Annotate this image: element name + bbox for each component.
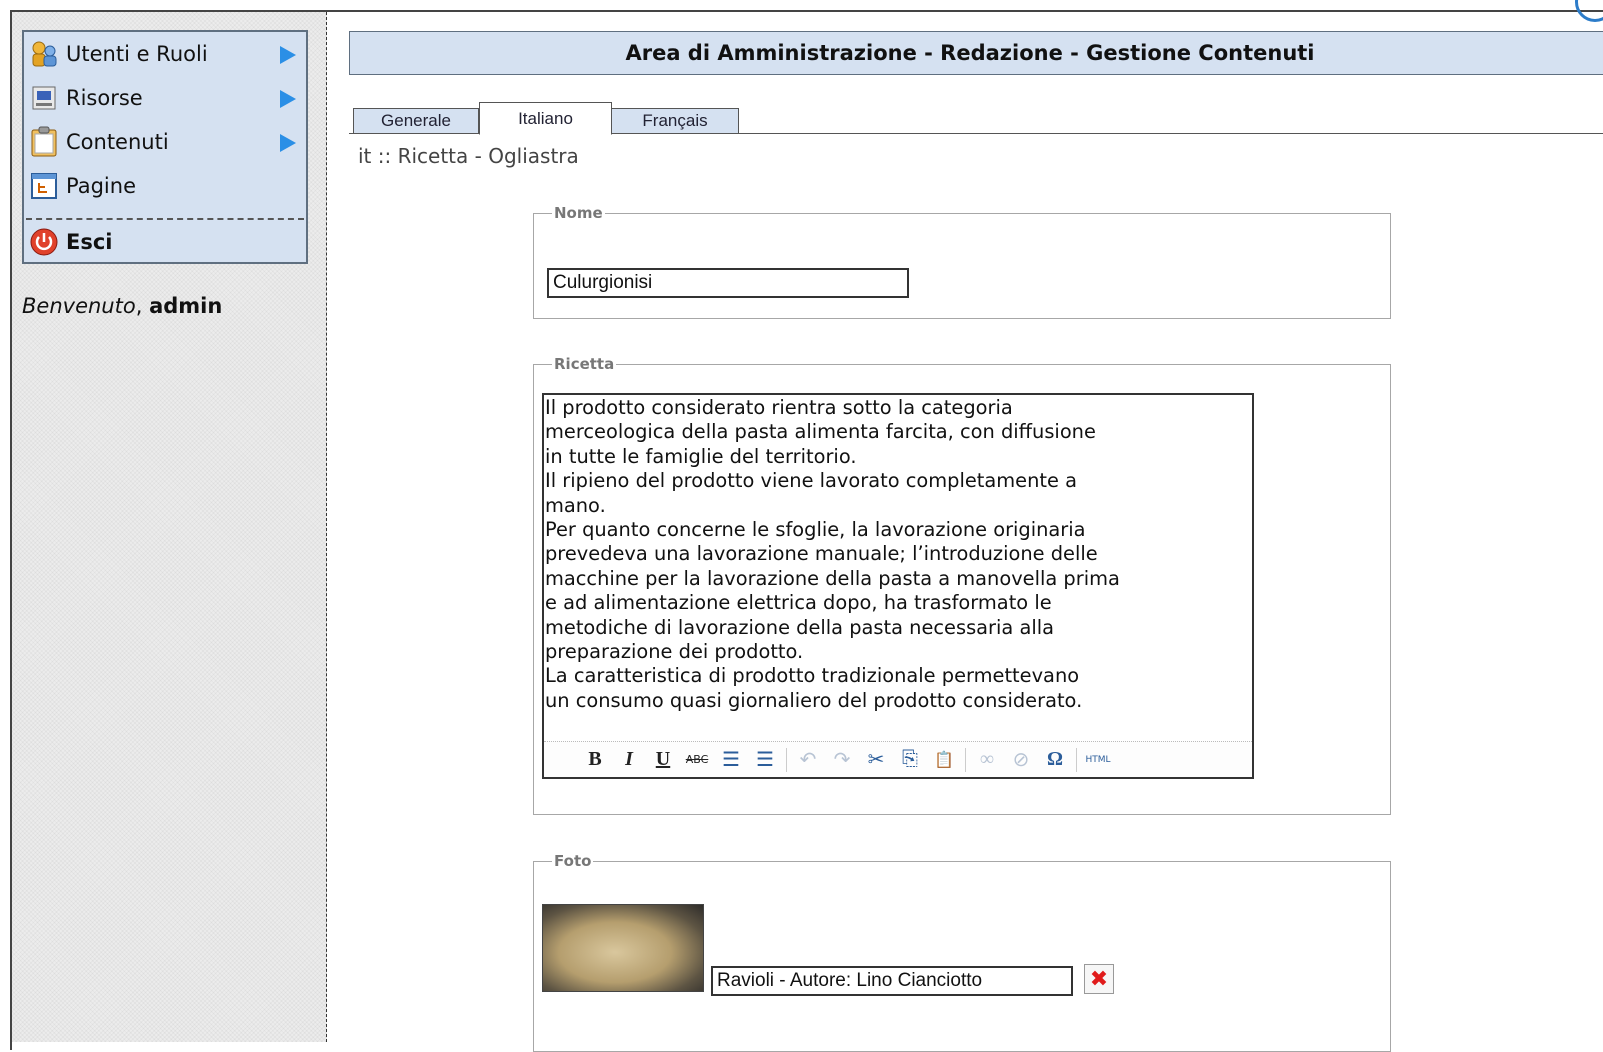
- italic-button[interactable]: I: [612, 745, 646, 775]
- unlink-icon[interactable]: ⊘: [1004, 745, 1038, 775]
- users-roles-icon: [28, 38, 60, 70]
- page-header: Area di Amministrazione - Redazione - Ge…: [349, 31, 1603, 75]
- delete-photo-button[interactable]: ✖: [1084, 964, 1114, 994]
- redo-icon[interactable]: ↷: [825, 745, 859, 775]
- menu-divider: [26, 218, 304, 220]
- foto-fieldset: Foto Ravioli - Autore: Lino Cianciotto ✖: [533, 852, 1391, 1052]
- ricetta-legend: Ricetta: [554, 355, 615, 373]
- submenu-arrow-icon: [280, 90, 296, 108]
- nome-legend: Nome: [554, 204, 603, 222]
- cut-icon[interactable]: ✂: [859, 745, 893, 775]
- nome-fieldset: Nome Culurgionisi: [533, 204, 1391, 319]
- link-icon[interactable]: ∞: [970, 745, 1004, 775]
- welcome-separator: ,: [135, 294, 143, 318]
- welcome-message: Benvenuto, admin: [22, 294, 222, 318]
- tab-generale[interactable]: Generale: [353, 108, 479, 134]
- resources-icon: [28, 82, 60, 114]
- bold-button[interactable]: B: [578, 745, 612, 775]
- editor-toolbar: B I U ABC ☰ ☰ ↶ ↷ ✂ ⎘ 📋 ∞ ⊘ Ω HTML: [544, 741, 1252, 777]
- ordered-list-icon[interactable]: ☰: [748, 745, 782, 775]
- menu-item-pagine[interactable]: Pagine: [28, 166, 304, 206]
- pages-icon: [28, 170, 60, 202]
- photo-thumbnail[interactable]: [542, 904, 704, 992]
- menu-label: Utenti e Ruoli: [66, 42, 208, 66]
- breadcrumb: it :: Ricetta - Ogliastra: [358, 144, 579, 168]
- menu-label: Esci: [66, 230, 113, 254]
- toolbar-separator: [965, 747, 966, 772]
- undo-icon[interactable]: ↶: [791, 745, 825, 775]
- menu-item-esci[interactable]: Esci: [28, 222, 304, 262]
- ricetta-fieldset: Ricetta Il prodotto considerato rientra …: [533, 355, 1391, 815]
- menu-item-utenti-ruoli[interactable]: Utenti e Ruoli: [28, 34, 304, 74]
- tab-francais[interactable]: Français: [611, 108, 739, 134]
- special-char-icon[interactable]: Ω: [1038, 745, 1072, 775]
- menu-item-risorse[interactable]: Risorse: [28, 78, 304, 118]
- tab-italiano[interactable]: Italiano: [479, 102, 612, 135]
- submenu-arrow-icon: [280, 134, 296, 152]
- toolbar-separator: [1076, 747, 1077, 772]
- menu-label: Risorse: [66, 86, 143, 110]
- page-title: Area di Amministrazione - Redazione - Ge…: [625, 41, 1315, 65]
- foto-legend: Foto: [554, 852, 592, 870]
- photo-caption-input[interactable]: Ravioli - Autore: Lino Cianciotto: [711, 966, 1073, 996]
- submenu-arrow-icon: [280, 46, 296, 64]
- nome-input[interactable]: Culurgionisi: [547, 268, 909, 298]
- welcome-prefix: Benvenuto: [22, 294, 136, 318]
- underline-button[interactable]: U: [646, 745, 680, 775]
- copy-icon[interactable]: ⎘: [893, 745, 927, 775]
- ricetta-text[interactable]: Il prodotto considerato rientra sotto la…: [545, 396, 1235, 713]
- paste-icon[interactable]: 📋: [927, 745, 961, 775]
- menu-label: Pagine: [66, 174, 136, 198]
- unordered-list-icon[interactable]: ☰: [714, 745, 748, 775]
- html-source-button[interactable]: HTML: [1081, 745, 1115, 775]
- power-icon: [28, 226, 60, 258]
- welcome-username: admin: [149, 294, 223, 318]
- menu-label: Contenuti: [66, 130, 169, 154]
- strikethrough-button[interactable]: ABC: [680, 745, 714, 775]
- sidebar: Utenti e Ruoli Risorse Contenuti Pagine …: [12, 12, 327, 1042]
- clipboard-icon: [28, 126, 60, 158]
- toolbar-separator: [786, 747, 787, 772]
- ricetta-editor[interactable]: Il prodotto considerato rientra sotto la…: [542, 393, 1254, 779]
- menu-item-contenuti[interactable]: Contenuti: [28, 122, 304, 162]
- admin-menu: Utenti e Ruoli Risorse Contenuti Pagine …: [22, 30, 308, 264]
